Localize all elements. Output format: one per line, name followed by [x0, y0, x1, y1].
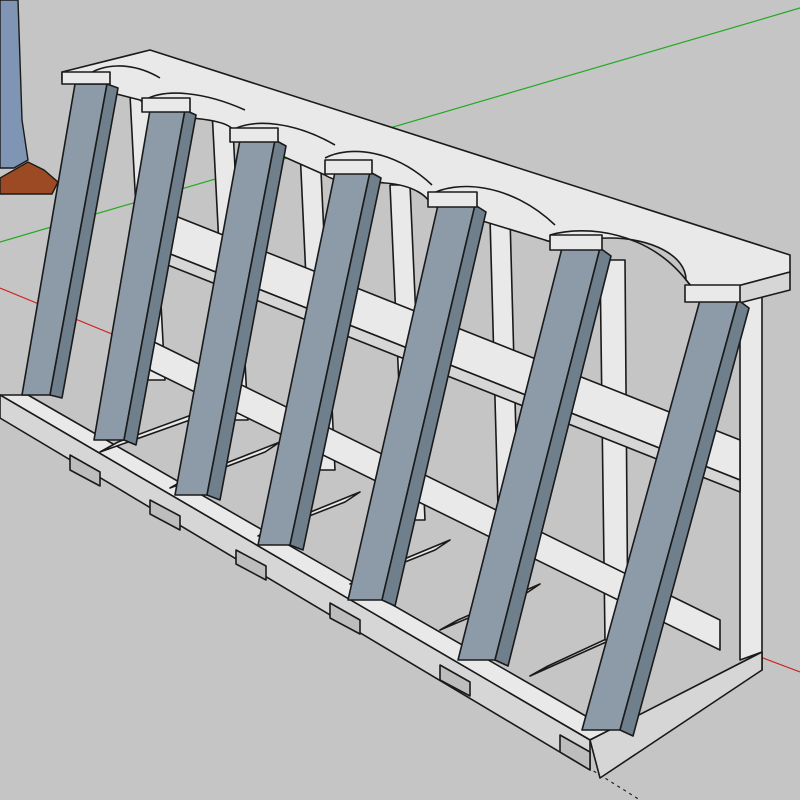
modeling-viewport[interactable]: [0, 0, 800, 800]
